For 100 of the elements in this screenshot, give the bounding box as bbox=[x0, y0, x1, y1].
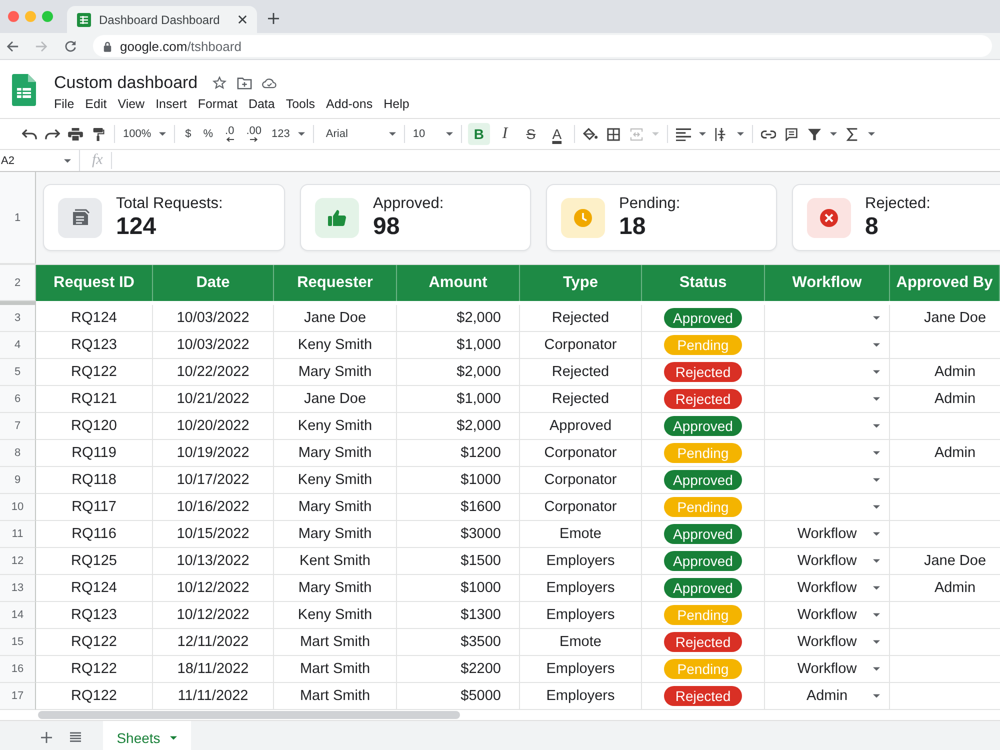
table-cell: $2,000 bbox=[456, 310, 501, 326]
column-header: Request ID bbox=[36, 265, 153, 301]
reload-icon[interactable] bbox=[64, 40, 77, 52]
spreadsheet-logo-icon[interactable] bbox=[12, 74, 36, 106]
font-size-dropdown[interactable]: 10 bbox=[412, 128, 453, 140]
table-cell: 10/20/2022 bbox=[176, 418, 250, 434]
caret-icon bbox=[873, 424, 880, 428]
table-cell: 10/13/2022 bbox=[176, 553, 250, 569]
address-field[interactable]: google.com/tshboard bbox=[93, 35, 992, 57]
menu-item[interactable]: Format bbox=[198, 97, 238, 111]
comment-icon[interactable] bbox=[784, 128, 799, 140]
paint-roller-icon[interactable] bbox=[91, 128, 106, 140]
row-number: 6 bbox=[0, 386, 36, 413]
table-cell: Employers bbox=[546, 688, 615, 704]
table-cell: RQ125 bbox=[71, 553, 117, 569]
workflow-dropdown[interactable]: Admin bbox=[765, 683, 890, 710]
table-cell: 10/17/2022 bbox=[176, 472, 250, 488]
align-left-icon[interactable] bbox=[676, 128, 691, 140]
arrow-right-icon bbox=[250, 137, 258, 142]
plus-icon[interactable] bbox=[268, 13, 279, 24]
table-cell: Admin bbox=[934, 391, 976, 407]
caret-icon bbox=[64, 158, 71, 162]
caret-icon[interactable] bbox=[736, 132, 744, 136]
undo-icon[interactable] bbox=[22, 128, 37, 140]
menu-item[interactable]: View bbox=[118, 97, 145, 111]
document-title[interactable]: Custom dashboard bbox=[54, 73, 198, 93]
workflow-dropdown[interactable]: Workflow bbox=[765, 575, 890, 602]
workflow-dropdown[interactable]: Workflow bbox=[765, 521, 890, 548]
folder-icon[interactable] bbox=[236, 76, 252, 90]
text-style-button[interactable]: B bbox=[468, 123, 490, 145]
text-style-button[interactable]: A bbox=[546, 123, 568, 145]
font-dropdown[interactable]: Arial bbox=[322, 128, 396, 140]
workflow-dropdown[interactable]: Workflow bbox=[765, 548, 890, 575]
zoom-dropdown[interactable]: 100% bbox=[123, 128, 166, 140]
sigma-icon[interactable] bbox=[844, 128, 860, 140]
sheet-tab[interactable]: Sheets bbox=[103, 721, 191, 750]
table-cell: Employers bbox=[546, 553, 615, 569]
menu-item[interactable]: Add-ons bbox=[326, 97, 373, 111]
table-cell: $3000 bbox=[460, 526, 501, 542]
menu-item[interactable]: Data bbox=[248, 97, 275, 111]
currency-format-button[interactable]: $ bbox=[183, 128, 194, 140]
caret-icon[interactable] bbox=[830, 132, 837, 136]
back-arrow-icon[interactable] bbox=[6, 40, 19, 52]
card-label: Rejected: bbox=[865, 194, 930, 213]
table-cell: Mary Smith bbox=[298, 445, 372, 461]
table-cell: $2,000 bbox=[456, 364, 501, 380]
list-icon[interactable] bbox=[70, 732, 81, 743]
menu-item[interactable]: Tools bbox=[286, 97, 316, 111]
status-tag: Pending bbox=[664, 659, 742, 679]
name-box[interactable]: A2 bbox=[0, 150, 80, 171]
redo-icon[interactable] bbox=[45, 128, 60, 140]
paint-bucket-icon[interactable] bbox=[582, 128, 598, 140]
table-cell: Admin bbox=[934, 580, 976, 596]
workflow-dropdown[interactable]: Workflow bbox=[765, 602, 890, 629]
row-number: 2 bbox=[0, 265, 36, 301]
caret-icon[interactable] bbox=[868, 132, 875, 136]
caret-icon bbox=[873, 397, 880, 401]
table-cell: Corponator bbox=[544, 499, 617, 515]
table-cell: 12/11/2022 bbox=[177, 634, 249, 650]
document-stack-icon bbox=[58, 198, 102, 238]
menu-item[interactable]: Edit bbox=[85, 97, 107, 111]
decrease-decimal-button[interactable]: .0 bbox=[223, 126, 236, 142]
menu-item[interactable]: Insert bbox=[156, 97, 187, 111]
table-cell: RQ124 bbox=[71, 310, 117, 326]
status-tag: Approved bbox=[664, 470, 742, 490]
plus-icon[interactable] bbox=[41, 732, 52, 743]
caret-icon bbox=[873, 370, 880, 374]
text-style-button[interactable]: I bbox=[494, 123, 516, 145]
column-header: Status bbox=[642, 265, 765, 301]
caret-icon bbox=[388, 132, 396, 136]
cloud-icon[interactable] bbox=[262, 76, 277, 90]
star-icon[interactable] bbox=[212, 76, 227, 90]
workflow-dropdown[interactable]: Workflow bbox=[765, 656, 890, 683]
table-cell: RQ122 bbox=[71, 364, 117, 380]
number-format-dropdown[interactable]: 123 bbox=[272, 128, 305, 140]
percent-format-button[interactable]: % bbox=[201, 128, 216, 140]
menu-item[interactable]: File bbox=[54, 97, 74, 111]
table-cell: Keny Smith bbox=[298, 607, 372, 623]
lock-icon bbox=[103, 40, 112, 52]
increase-decimal-button[interactable]: .00 bbox=[244, 126, 264, 142]
filter-icon[interactable] bbox=[806, 128, 822, 140]
browser-tab[interactable]: Dashboard Dashboard bbox=[67, 6, 257, 33]
table-cell: Mart Smith bbox=[300, 661, 370, 677]
menu-item[interactable]: Help bbox=[384, 97, 410, 111]
link-icon[interactable] bbox=[760, 128, 776, 140]
print-icon[interactable] bbox=[68, 128, 83, 140]
borders-icon[interactable] bbox=[606, 128, 621, 140]
caret-icon[interactable] bbox=[698, 132, 706, 136]
row-number: 14 bbox=[0, 602, 36, 629]
card-value: 98 bbox=[373, 213, 401, 241]
workflow-dropdown[interactable]: Workflow bbox=[765, 629, 890, 656]
text-style-button[interactable]: S bbox=[520, 123, 542, 145]
table-cell: 18/11/2022 bbox=[177, 661, 249, 677]
row-number: 1 bbox=[0, 172, 36, 264]
row-number: 10 bbox=[0, 494, 36, 521]
caret-icon bbox=[873, 532, 880, 536]
table-cell: $1600 bbox=[460, 499, 501, 515]
close-icon[interactable] bbox=[238, 15, 247, 24]
column-header: Date bbox=[153, 265, 274, 301]
horizontal-scrollbar[interactable] bbox=[38, 711, 460, 719]
